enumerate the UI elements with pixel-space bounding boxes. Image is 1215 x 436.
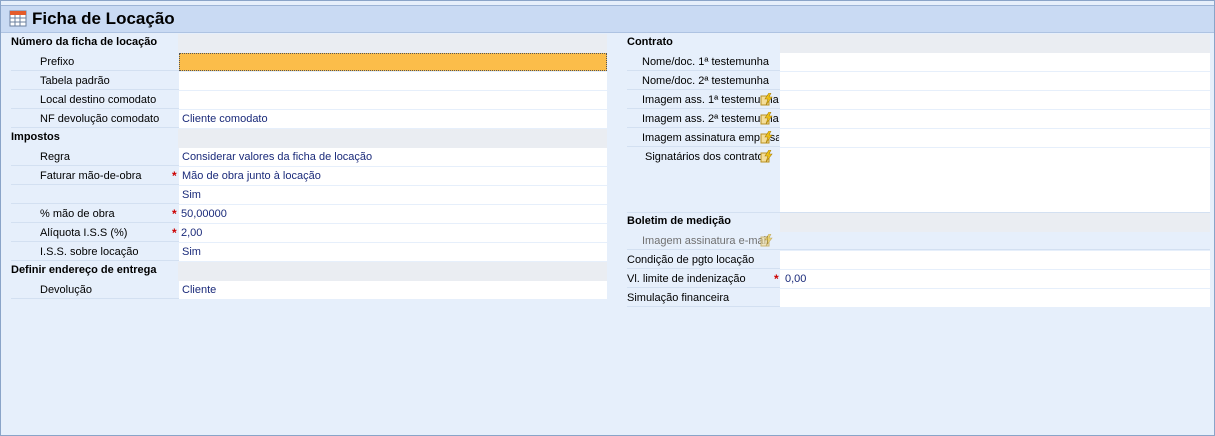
row-prefixo: Prefixo xyxy=(11,53,607,71)
section-boletim[interactable]: Boletim de medição xyxy=(627,213,1210,232)
row-img-email: Imagem assinatura e-mail xyxy=(627,232,1210,250)
row-test2: Nome/doc. 2ª testemunha xyxy=(627,72,1210,90)
field-label: Imagem ass. 1ª testemunha xyxy=(642,94,779,106)
row-iss: I.S.S. sobre locação Sim xyxy=(11,243,607,261)
field-label: Faturar mão-de-obra xyxy=(40,170,142,182)
required-mark: * xyxy=(172,226,177,240)
testemunha2-field[interactable] xyxy=(780,72,1210,90)
section-label: Número da ficha de locação xyxy=(11,36,158,48)
row-faturar-sim: Sim xyxy=(11,186,607,204)
section-impostos[interactable]: Impostos xyxy=(11,129,607,148)
field-label: Condição de pgto locação xyxy=(627,254,755,266)
lightning-lookup-icon[interactable] xyxy=(760,112,773,125)
iss-field[interactable]: Sim xyxy=(179,243,607,261)
row-regra: Regra Considerar valores da ficha de loc… xyxy=(11,148,607,166)
row-img2: Imagem ass. 2ª testemunha xyxy=(627,110,1210,128)
img-testemunha1-field[interactable] xyxy=(780,91,1210,109)
row-mao-obra: % mão de obra * 50,00000 xyxy=(11,205,607,223)
row-tabela-padrao: Tabela padrão xyxy=(11,72,607,90)
faturar-field[interactable]: Mão de obra junto à locação xyxy=(179,167,607,185)
row-condicao: Condição de pgto locação xyxy=(627,251,1210,269)
section-label: Definir endereço de entrega xyxy=(11,264,157,276)
field-label: Regra xyxy=(40,151,70,163)
local-destino-field[interactable] xyxy=(179,91,607,109)
signatarios-field[interactable] xyxy=(780,148,1210,212)
field-label: Alíquota I.S.S (%) xyxy=(40,227,128,239)
mao-obra-field[interactable]: 50,00000 xyxy=(179,205,607,223)
field-label: Imagem ass. 2ª testemunha xyxy=(642,113,779,125)
regra-field[interactable]: Considerar valores da ficha de locação xyxy=(179,148,607,166)
field-label: Local destino comodato xyxy=(40,94,157,106)
row-simulacao: Simulação financeira xyxy=(627,289,1210,307)
field-label: Nome/doc. 1ª testemunha xyxy=(642,56,769,68)
field-label: Devolução xyxy=(40,284,92,296)
devolucao-field[interactable]: Cliente xyxy=(179,281,607,299)
field-label: Prefixo xyxy=(40,56,75,68)
page-title: Ficha de Locação xyxy=(32,9,175,28)
field-label: NF devolução comodato xyxy=(40,113,160,125)
section-label: Impostos xyxy=(11,131,60,143)
section-label: Contrato xyxy=(627,36,673,48)
field-label: I.S.S. sobre locação xyxy=(40,246,139,258)
field-label: Vl. limite de indenização xyxy=(627,273,746,285)
required-mark: * xyxy=(172,169,177,183)
prefixo-field[interactable] xyxy=(179,53,607,71)
row-limite: Vl. limite de indenização * 0,00 xyxy=(627,270,1210,288)
required-mark: * xyxy=(172,207,177,221)
row-local-destino: Local destino comodato xyxy=(11,91,607,109)
img-empresa-field[interactable] xyxy=(780,129,1210,147)
field-label: Tabela padrão xyxy=(40,75,110,87)
row-devolucao: Devolução Cliente xyxy=(11,281,607,299)
lightning-lookup-icon[interactable] xyxy=(760,131,773,144)
field-label: Nome/doc. 2ª testemunha xyxy=(642,75,769,87)
section-endereco-entrega[interactable]: Definir endereço de entrega xyxy=(11,262,607,281)
img-testemunha2-field[interactable] xyxy=(780,110,1210,128)
faturar-sim-field[interactable]: Sim xyxy=(179,186,607,204)
lightning-lookup-icon[interactable] xyxy=(760,93,773,106)
section-label: Boletim de medição xyxy=(627,215,731,227)
row-faturar: Faturar mão-de-obra * Mão de obra junto … xyxy=(11,167,607,185)
row-img-emp: Imagem assinatura empresa xyxy=(627,129,1210,147)
aliquota-field[interactable]: 2,00 xyxy=(179,224,607,242)
row-img1: Imagem ass. 1ª testemunha xyxy=(627,91,1210,109)
field-label: % mão de obra xyxy=(40,208,115,220)
condicao-field[interactable] xyxy=(780,251,1210,269)
nf-devolucao-field[interactable]: Cliente comodato xyxy=(179,110,607,128)
limite-field[interactable]: 0,00 xyxy=(780,270,1210,288)
section-numero-ficha[interactable]: Número da ficha de locação xyxy=(11,34,607,53)
section-contrato[interactable]: Contrato xyxy=(627,34,1210,53)
lightning-lookup-icon[interactable] xyxy=(760,150,773,163)
field-label: Imagem assinatura e-mail xyxy=(642,235,769,247)
field-label: Simulação financeira xyxy=(627,292,730,304)
simulacao-field[interactable] xyxy=(780,289,1210,307)
tabela-padrao-field[interactable] xyxy=(179,72,607,90)
field-label: Signatários dos contratos xyxy=(645,151,770,163)
row-signatarios: Signatários dos contratos xyxy=(627,148,1210,213)
title-bar: Ficha de Locação xyxy=(1,5,1214,33)
field-label: Imagem assinatura empresa xyxy=(642,132,779,144)
row-aliquota: Alíquota I.S.S (%) * 2,00 xyxy=(11,224,607,242)
row-test1: Nome/doc. 1ª testemunha xyxy=(627,53,1210,71)
form-table-icon xyxy=(9,10,27,27)
main-window: Ficha de Locação Número da ficha de loca… xyxy=(0,0,1215,436)
testemunha1-field[interactable] xyxy=(780,53,1210,71)
required-mark: * xyxy=(774,272,779,286)
lightning-lookup-icon[interactable] xyxy=(760,234,773,247)
row-nf-devolucao: NF devolução comodato Cliente comodato xyxy=(11,110,607,128)
